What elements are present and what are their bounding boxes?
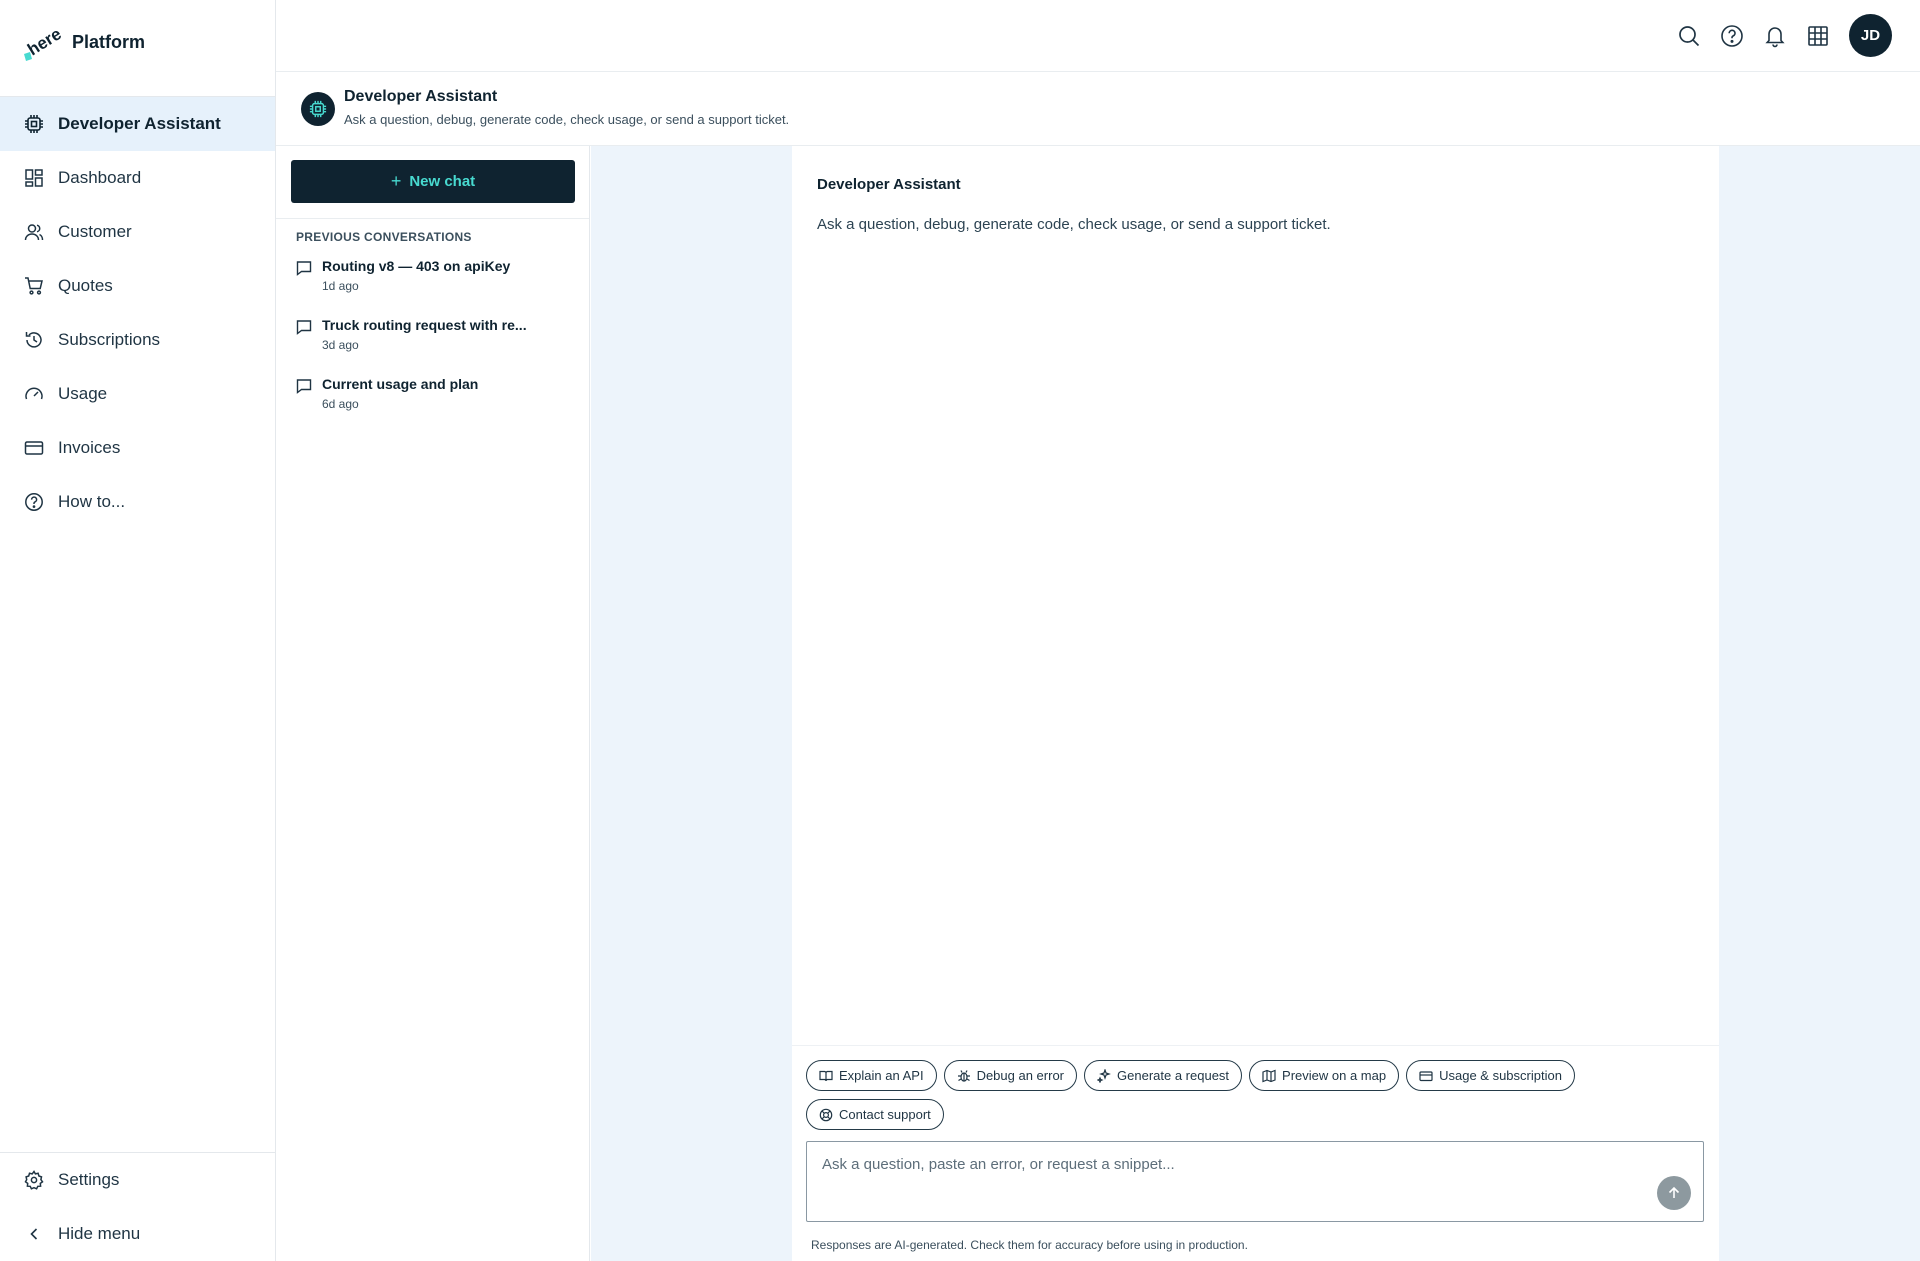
- help-icon: [24, 492, 44, 512]
- send-button[interactable]: [1657, 1176, 1691, 1210]
- bell-icon[interactable]: [1761, 22, 1789, 50]
- conversation-title: Current usage and plan: [322, 376, 479, 392]
- sidebar-item-label: How to...: [58, 492, 126, 511]
- list-item[interactable]: Routing v8 — 403 on apiKey 1d ago: [296, 258, 576, 317]
- gauge-icon: [24, 384, 44, 404]
- section-label: PREVIOUS CONVERSATIONS: [296, 230, 472, 244]
- chat-panel: Developer Assistant Ask a question, debu…: [792, 146, 1719, 1261]
- sidebar-item-how-to[interactable]: How to...: [0, 475, 275, 529]
- page-title: Developer Assistant: [344, 88, 498, 105]
- chat-title: Developer Assistant: [817, 176, 961, 193]
- conversation-list: Routing v8 — 403 on apiKey 1d ago Truck …: [296, 258, 576, 435]
- chat-area: Developer Assistant Ask a question, debu…: [591, 146, 1920, 1261]
- card-icon: [24, 438, 44, 458]
- lifebuoy-icon: [819, 1108, 833, 1122]
- cart-icon: [24, 276, 44, 296]
- plus-icon: +: [390, 171, 402, 191]
- divider: [276, 218, 589, 219]
- chip-contact-support[interactable]: Contact support: [806, 1099, 944, 1130]
- top-bar: JD: [276, 0, 1920, 72]
- chip-label: Generate a request: [1117, 1068, 1230, 1083]
- sidebar-item-label: Developer Assistant: [58, 114, 221, 133]
- chip-label: Preview on a map: [1282, 1068, 1387, 1083]
- svg-text:here: here: [24, 24, 62, 59]
- chip-usage-subscription[interactable]: Usage & subscription: [1406, 1060, 1575, 1091]
- new-chat-label: New chat: [409, 173, 476, 190]
- sidebar-item-label: Invoices: [58, 438, 121, 457]
- sparkle-icon: [1097, 1068, 1111, 1083]
- ai-disclaimer: Responses are AI-generated. Check them f…: [811, 1238, 1248, 1252]
- gear-icon: [24, 1170, 44, 1190]
- chip-label: Contact support: [839, 1107, 931, 1122]
- sidebar-nav: Developer Assistant Dashboard Customer Q…: [0, 96, 275, 529]
- page-subtitle: Ask a question, debug, generate code, ch…: [344, 112, 790, 127]
- map-icon: [1262, 1069, 1276, 1083]
- chip-generate-request[interactable]: Generate a request: [1084, 1060, 1243, 1091]
- bug-icon: [957, 1069, 971, 1083]
- chip-label: Debug an error: [976, 1068, 1065, 1083]
- sidebar-item-label: Settings: [58, 1170, 120, 1189]
- chip-preview-map[interactable]: Preview on a map: [1249, 1060, 1400, 1091]
- users-icon: [24, 222, 44, 242]
- conversation-time: 1d ago: [322, 279, 359, 293]
- new-chat-button[interactable]: + New chat: [291, 160, 575, 203]
- list-item[interactable]: Current usage and plan 6d ago: [296, 376, 576, 435]
- list-item[interactable]: Truck routing request with re... 3d ago: [296, 317, 576, 376]
- sidebar-item-label: Dashboard: [58, 168, 142, 187]
- sidebar-item-subscriptions[interactable]: Subscriptions: [0, 313, 275, 367]
- sidebar-item-dashboard[interactable]: Dashboard: [0, 151, 275, 205]
- chip-debug-error[interactable]: Debug an error: [943, 1060, 1078, 1091]
- sidebar-item-label: Usage: [58, 384, 108, 403]
- grid-icon[interactable]: [1804, 22, 1832, 50]
- brand-name: Platform: [72, 31, 146, 52]
- book-icon: [819, 1069, 833, 1083]
- sidebar-bottom: Settings Hide menu: [0, 1152, 275, 1261]
- chip-icon: [301, 92, 335, 126]
- card-icon: [1419, 1069, 1433, 1083]
- sidebar-item-quotes[interactable]: Quotes: [0, 259, 275, 313]
- sidebar: here Platform Developer Assistant Dashbo…: [0, 0, 276, 1261]
- sidebar-item-label: Customer: [58, 222, 132, 241]
- sidebar-item-label: Subscriptions: [58, 330, 161, 349]
- conversation-time: 6d ago: [322, 397, 359, 411]
- arrow-up-icon: [1668, 1186, 1680, 1198]
- sidebar-item-customer[interactable]: Customer: [0, 205, 275, 259]
- sidebar-item-label: Quotes: [58, 276, 113, 295]
- chip-label: Usage & subscription: [1439, 1068, 1562, 1083]
- search-icon[interactable]: [1675, 22, 1703, 50]
- dashboard-icon: [24, 168, 44, 188]
- message-icon: [296, 376, 314, 435]
- chip-label: Explain an API: [839, 1068, 924, 1083]
- message-input-box: [806, 1141, 1704, 1222]
- brand[interactable]: here Platform: [22, 22, 145, 62]
- page-header: Developer Assistant Ask a question, debu…: [276, 72, 1920, 146]
- sidebar-item-invoices[interactable]: Invoices: [0, 421, 275, 475]
- top-bar-actions: JD: [1660, 14, 1892, 57]
- conversation-title: Routing v8 — 403 on apiKey: [322, 258, 511, 274]
- message-icon: [296, 258, 314, 317]
- conversations-panel: + New chat PREVIOUS CONVERSATIONS Routin…: [276, 146, 590, 1261]
- message-icon: [296, 317, 314, 376]
- history-icon: [24, 330, 44, 350]
- chip-icon: [24, 114, 44, 134]
- help-icon[interactable]: [1718, 22, 1746, 50]
- chip-explain-api[interactable]: Explain an API: [806, 1060, 937, 1091]
- here-logo-icon: here: [22, 22, 65, 62]
- sidebar-item-developer-assistant[interactable]: Developer Assistant: [0, 97, 275, 151]
- avatar[interactable]: JD: [1849, 14, 1892, 57]
- sidebar-item-settings[interactable]: Settings: [0, 1153, 275, 1207]
- chat-composer: Explain an API Debug an error Generate a…: [792, 1045, 1719, 1261]
- conversation-time: 3d ago: [322, 338, 359, 352]
- sidebar-item-usage[interactable]: Usage: [0, 367, 275, 421]
- conversation-title: Truck routing request with re...: [322, 317, 527, 333]
- suggestion-chips: Explain an API Debug an error Generate a…: [806, 1060, 1706, 1138]
- chat-subtitle: Ask a question, debug, generate code, ch…: [817, 216, 1331, 233]
- sidebar-item-label: Hide menu: [58, 1224, 141, 1243]
- chevron-left-icon: [24, 1224, 44, 1244]
- sidebar-item-hide-menu[interactable]: Hide menu: [0, 1207, 275, 1261]
- message-input[interactable]: [807, 1142, 1703, 1221]
